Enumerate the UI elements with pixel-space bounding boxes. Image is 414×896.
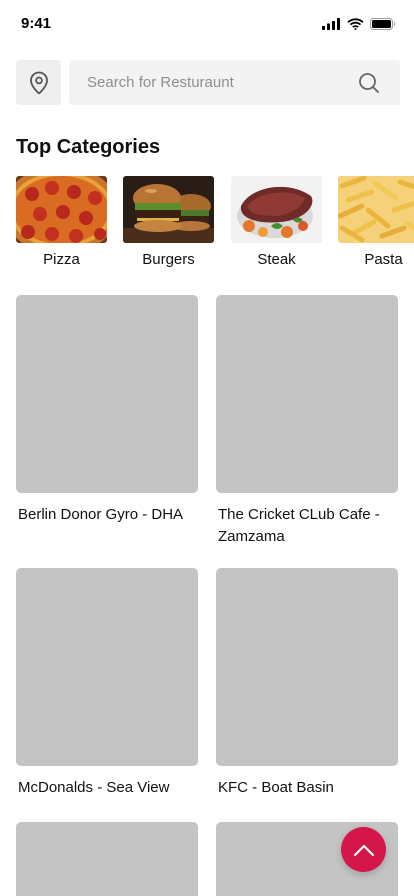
pasta-image xyxy=(338,176,414,243)
category-pizza[interactable]: Pizza xyxy=(16,176,107,268)
restaurant-image-placeholder xyxy=(16,822,198,896)
restaurant-name: Berlin Donor Gyro - DHA xyxy=(18,506,184,523)
category-steak[interactable]: Steak xyxy=(231,176,322,268)
status-bar: 9:41 xyxy=(0,0,414,46)
pizza-image xyxy=(16,176,107,243)
search-bar xyxy=(69,60,400,105)
restaurant-card[interactable] xyxy=(16,822,198,896)
restaurant-card[interactable]: KFC - Boat Basin xyxy=(216,568,398,796)
category-label: Pasta xyxy=(364,251,403,268)
search-icon[interactable] xyxy=(358,72,380,99)
restaurant-name: McDonalds - Sea View xyxy=(18,779,170,796)
scroll-to-top-button[interactable] xyxy=(341,827,386,872)
search-input[interactable] xyxy=(69,60,357,105)
map-pin-icon xyxy=(29,71,48,94)
restaurant-name: KFC - Boat Basin xyxy=(218,779,334,796)
restaurant-name: The Cricket CLub Cafe - Zamzama xyxy=(218,506,380,545)
categories-carousel[interactable]: Pizza Burgers Steak Pasta xyxy=(16,176,414,276)
restaurant-image-placeholder xyxy=(216,568,398,766)
top-categories-title: Top Categories xyxy=(16,136,161,158)
restaurant-image-placeholder xyxy=(216,295,398,493)
burgers-image xyxy=(123,176,214,243)
wifi-icon xyxy=(347,18,364,30)
location-button[interactable] xyxy=(16,60,61,105)
restaurant-image-placeholder xyxy=(16,568,198,766)
category-label: Steak xyxy=(257,251,296,268)
category-label: Pizza xyxy=(43,251,80,268)
battery-icon xyxy=(370,18,396,30)
category-burgers[interactable]: Burgers xyxy=(123,176,214,268)
chevron-up-icon xyxy=(353,844,374,856)
restaurant-card[interactable]: Berlin Donor Gyro - DHA xyxy=(16,295,198,523)
restaurant-card[interactable]: McDonalds - Sea View xyxy=(16,568,198,796)
restaurant-image-placeholder xyxy=(16,295,198,493)
cellular-signal-icon xyxy=(322,18,340,30)
restaurant-card[interactable]: The Cricket CLub Cafe - Zamzama xyxy=(216,295,398,545)
status-icons xyxy=(322,18,396,30)
category-label: Burgers xyxy=(142,251,195,268)
status-time: 9:41 xyxy=(21,15,52,32)
steak-image xyxy=(231,176,322,243)
category-pasta[interactable]: Pasta xyxy=(338,176,414,268)
